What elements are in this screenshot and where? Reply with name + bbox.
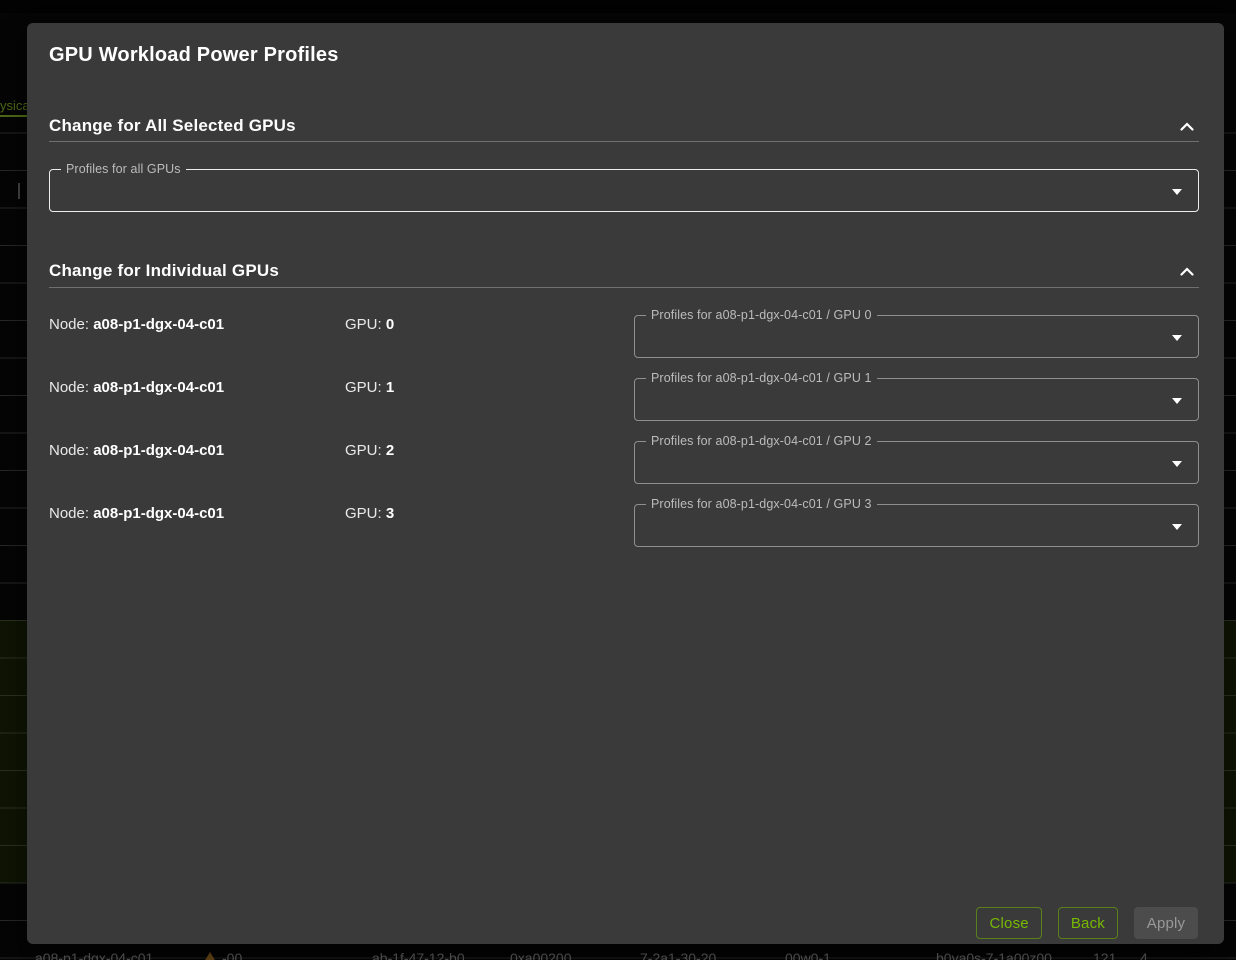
node-value: a08-p1-dgx-04-c01 <box>93 442 224 459</box>
gpu-workload-power-profiles-dialog: GPU Workload Power Profiles Change for A… <box>27 23 1224 944</box>
profiles-gpu-2-select-label: Profiles for a08-p1-dgx-04-c01 / GPU 2 <box>646 434 877 449</box>
caret-down-icon <box>1172 398 1182 404</box>
section-divider <box>49 141 1199 142</box>
profiles-gpu-2-select[interactable]: Profiles for a08-p1-dgx-04-c01 / GPU 2 <box>634 441 1199 484</box>
node-value: a08-p1-dgx-04-c01 <box>93 505 224 522</box>
node-label: Node: <box>49 505 89 522</box>
profiles-gpu-3-select-label: Profiles for a08-p1-dgx-04-c01 / GPU 3 <box>646 497 877 512</box>
dialog-footer: Close Back Apply <box>976 907 1198 939</box>
gpu-cell: GPU: 3 <box>345 504 394 524</box>
caret-down-icon <box>1172 335 1182 341</box>
node-label: Node: <box>49 379 89 396</box>
collapse-individual-gpus-button[interactable] <box>1175 259 1199 283</box>
profiles-all-gpus-select[interactable]: Profiles for all GPUs <box>49 169 1199 212</box>
section-header-all-gpus: Change for All Selected GPUs <box>49 115 1199 137</box>
gpu-label: GPU: <box>345 316 382 333</box>
gpu-value: 1 <box>386 379 394 396</box>
profiles-gpu-3-select[interactable]: Profiles for a08-p1-dgx-04-c01 / GPU 3 <box>634 504 1199 547</box>
gpu-label: GPU: <box>345 442 382 459</box>
section-header-individual-gpus: Change for Individual GPUs <box>49 260 1199 282</box>
profiles-all-gpus-select-label: Profiles for all GPUs <box>61 162 186 177</box>
node-value: a08-p1-dgx-04-c01 <box>93 316 224 333</box>
caret-down-icon <box>1172 461 1182 467</box>
gpu-row: Node: a08-p1-dgx-04-c01 GPU: 0 Profiles … <box>49 315 1199 358</box>
gpu-label: GPU: <box>345 379 382 396</box>
back-button[interactable]: Back <box>1058 907 1118 939</box>
profiles-gpu-1-select-label: Profiles for a08-p1-dgx-04-c01 / GPU 1 <box>646 371 877 386</box>
section-title-all-gpus: Change for All Selected GPUs <box>49 115 296 137</box>
gpu-value: 2 <box>386 442 394 459</box>
profiles-gpu-0-select[interactable]: Profiles for a08-p1-dgx-04-c01 / GPU 0 <box>634 315 1199 358</box>
profiles-gpu-1-select[interactable]: Profiles for a08-p1-dgx-04-c01 / GPU 1 <box>634 378 1199 421</box>
gpu-cell: GPU: 1 <box>345 378 394 398</box>
node-cell: Node: a08-p1-dgx-04-c01 <box>49 504 224 524</box>
gpu-row: Node: a08-p1-dgx-04-c01 GPU: 1 Profiles … <box>49 378 1199 421</box>
gpu-value: 0 <box>386 316 394 333</box>
node-label: Node: <box>49 442 89 459</box>
collapse-all-gpus-button[interactable] <box>1175 114 1199 138</box>
caret-down-icon <box>1172 189 1182 195</box>
section-title-individual-gpus: Change for Individual GPUs <box>49 260 279 282</box>
gpu-row: Node: a08-p1-dgx-04-c01 GPU: 2 Profiles … <box>49 441 1199 484</box>
node-cell: Node: a08-p1-dgx-04-c01 <box>49 315 224 335</box>
node-cell: Node: a08-p1-dgx-04-c01 <box>49 441 224 461</box>
gpu-cell: GPU: 0 <box>345 315 394 335</box>
section-divider <box>49 287 1199 288</box>
gpu-label: GPU: <box>345 505 382 522</box>
node-cell: Node: a08-p1-dgx-04-c01 <box>49 378 224 398</box>
gpu-row: Node: a08-p1-dgx-04-c01 GPU: 3 Profiles … <box>49 504 1199 547</box>
chevron-up-icon <box>1180 122 1194 131</box>
dialog-title: GPU Workload Power Profiles <box>49 42 339 68</box>
profiles-gpu-0-select-label: Profiles for a08-p1-dgx-04-c01 / GPU 0 <box>646 308 877 323</box>
gpu-value: 3 <box>386 505 394 522</box>
node-label: Node: <box>49 316 89 333</box>
chevron-up-icon <box>1180 267 1194 276</box>
node-value: a08-p1-dgx-04-c01 <box>93 379 224 396</box>
apply-button[interactable]: Apply <box>1134 907 1198 939</box>
caret-down-icon <box>1172 524 1182 530</box>
gpu-cell: GPU: 2 <box>345 441 394 461</box>
close-button[interactable]: Close <box>976 907 1041 939</box>
